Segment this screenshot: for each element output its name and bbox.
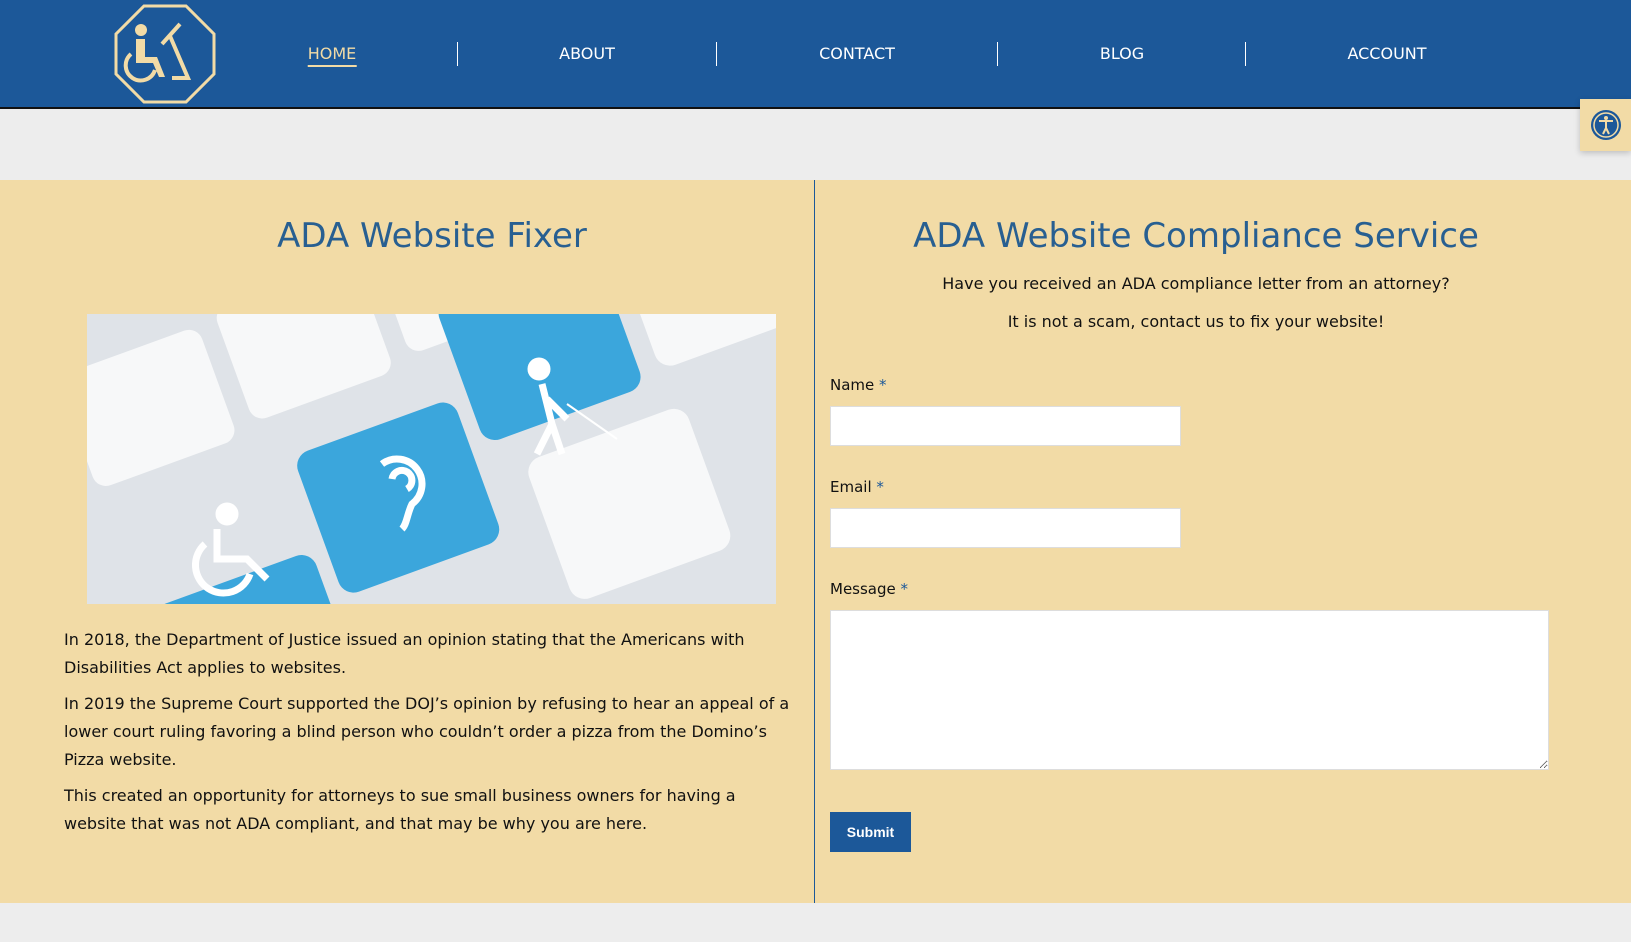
nav-home[interactable]: HOME [307, 44, 357, 67]
column-divider [814, 180, 815, 903]
subtitle-line: It is not a scam, contact us to fix your… [1007, 312, 1385, 331]
accessibility-button[interactable] [1580, 99, 1631, 151]
email-label: Email * [830, 478, 884, 496]
left-title: ADA Website Fixer [277, 216, 587, 256]
required-marker: * [879, 376, 887, 394]
intro-paragraph: In 2019 the Supreme Court supported the … [64, 694, 790, 769]
intro-paragraph: In 2018, the Department of Justice issue… [64, 630, 745, 677]
nav-separator [1245, 42, 1246, 66]
nav-separator [997, 42, 998, 66]
site-header: HOME ABOUT CONTACT BLOG ACCOUNT [0, 0, 1631, 109]
accessibility-keyboard-image [87, 314, 776, 604]
message-label-text: Message [830, 580, 896, 598]
subtitle-line: Have you received an ADA compliance lett… [942, 274, 1450, 293]
name-label: Name * [830, 376, 887, 394]
nav-account[interactable]: ACCOUNT [1347, 44, 1426, 63]
nav-contact[interactable]: CONTACT [819, 44, 895, 63]
nav-blog[interactable]: BLOG [1100, 44, 1144, 63]
logo-icon[interactable] [114, 4, 216, 104]
email-input[interactable] [830, 508, 1181, 548]
nav-about[interactable]: ABOUT [559, 44, 615, 63]
main-content: ADA Website Fixer In 2018, the Departmen… [0, 180, 1631, 903]
submit-button[interactable]: Submit [830, 812, 911, 852]
accessibility-icon [1590, 110, 1621, 140]
message-textarea[interactable] [830, 610, 1549, 770]
required-marker: * [876, 478, 884, 496]
email-label-text: Email [830, 478, 872, 496]
right-title: ADA Website Compliance Service [913, 216, 1479, 256]
intro-paragraph: This created an opportunity for attorney… [64, 786, 736, 833]
name-label-text: Name [830, 376, 875, 394]
nav-separator [457, 42, 458, 66]
required-marker: * [900, 580, 909, 598]
name-input[interactable] [830, 406, 1181, 446]
nav-separator [716, 42, 717, 66]
message-label: Message * [830, 580, 908, 598]
